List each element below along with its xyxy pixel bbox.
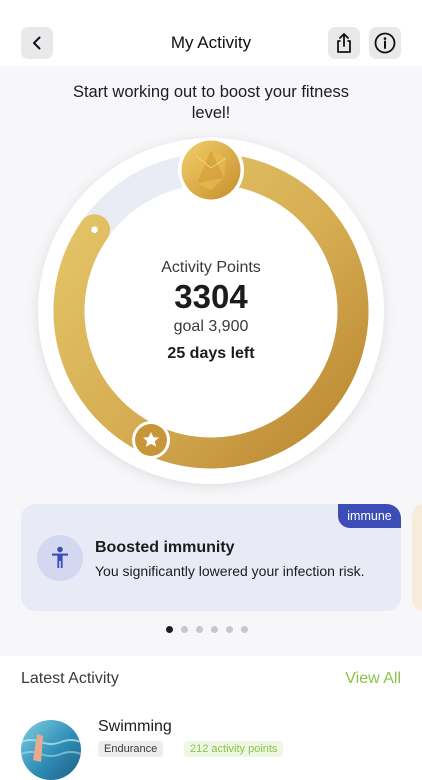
level-medal-icon bbox=[178, 137, 244, 203]
activity-progress-ring: Activity Points 3304 goal 3,900 25 days … bbox=[0, 0, 422, 750]
progress-end-dot bbox=[91, 226, 98, 234]
latest-activity-heading: Latest Activity bbox=[21, 670, 119, 687]
swimmer-image bbox=[21, 734, 81, 762]
benefit-card[interactable]: immune Boosted immunity You significantl… bbox=[21, 504, 401, 611]
carousel-pagination[interactable] bbox=[166, 626, 248, 636]
card-title: Boosted immunity bbox=[95, 539, 235, 556]
page-dot[interactable] bbox=[196, 626, 203, 633]
page-dot[interactable] bbox=[181, 626, 188, 633]
view-all-link[interactable]: View All bbox=[345, 670, 401, 688]
swimming-thumbnail[interactable] bbox=[21, 720, 81, 780]
page-dot[interactable] bbox=[166, 626, 173, 633]
page-dot[interactable] bbox=[226, 626, 233, 633]
card-icon-circle bbox=[37, 535, 83, 581]
milestone-star-icon bbox=[132, 421, 170, 459]
next-card-peek[interactable] bbox=[412, 504, 422, 611]
person-icon bbox=[52, 546, 68, 568]
progress-ring-graphic bbox=[38, 137, 384, 484]
card-description: You significantly lowered your infection… bbox=[95, 563, 365, 579]
category-badge: immune bbox=[338, 504, 401, 528]
activity-points-chip: 212 activity points bbox=[184, 741, 284, 757]
page-dot[interactable] bbox=[211, 626, 218, 633]
page-dot[interactable] bbox=[241, 626, 248, 633]
activity-tag: Endurance bbox=[98, 741, 164, 757]
activity-name[interactable]: Swimming bbox=[98, 718, 172, 736]
